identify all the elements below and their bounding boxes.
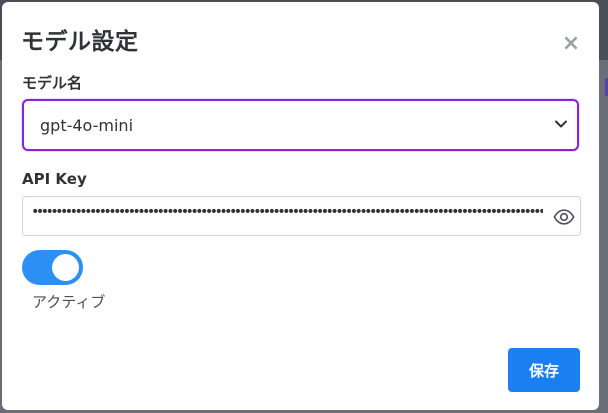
api-key-masked-value: ••••••••••••••••••••••••••••••••••••••••… [31, 204, 543, 220]
close-icon[interactable]: × [561, 33, 581, 55]
api-key-label: API Key [22, 170, 87, 188]
eye-icon[interactable] [553, 206, 575, 228]
active-toggle-label: アクティブ [32, 293, 106, 311]
save-button[interactable]: 保存 [508, 348, 580, 392]
model-select[interactable]: gpt-4o-mini [22, 99, 579, 151]
chevron-down-icon [555, 120, 567, 128]
dialog-title: モデル設定 [21, 29, 139, 55]
model-name-label: モデル名 [22, 74, 83, 92]
toggle-knob [52, 254, 79, 281]
model-settings-dialog: モデル設定 × モデル名 gpt-4o-mini API Key •••••••… [2, 2, 599, 410]
model-select-value: gpt-4o-mini [40, 116, 134, 135]
active-toggle[interactable] [22, 250, 83, 285]
api-key-input[interactable]: ••••••••••••••••••••••••••••••••••••••••… [22, 196, 581, 236]
